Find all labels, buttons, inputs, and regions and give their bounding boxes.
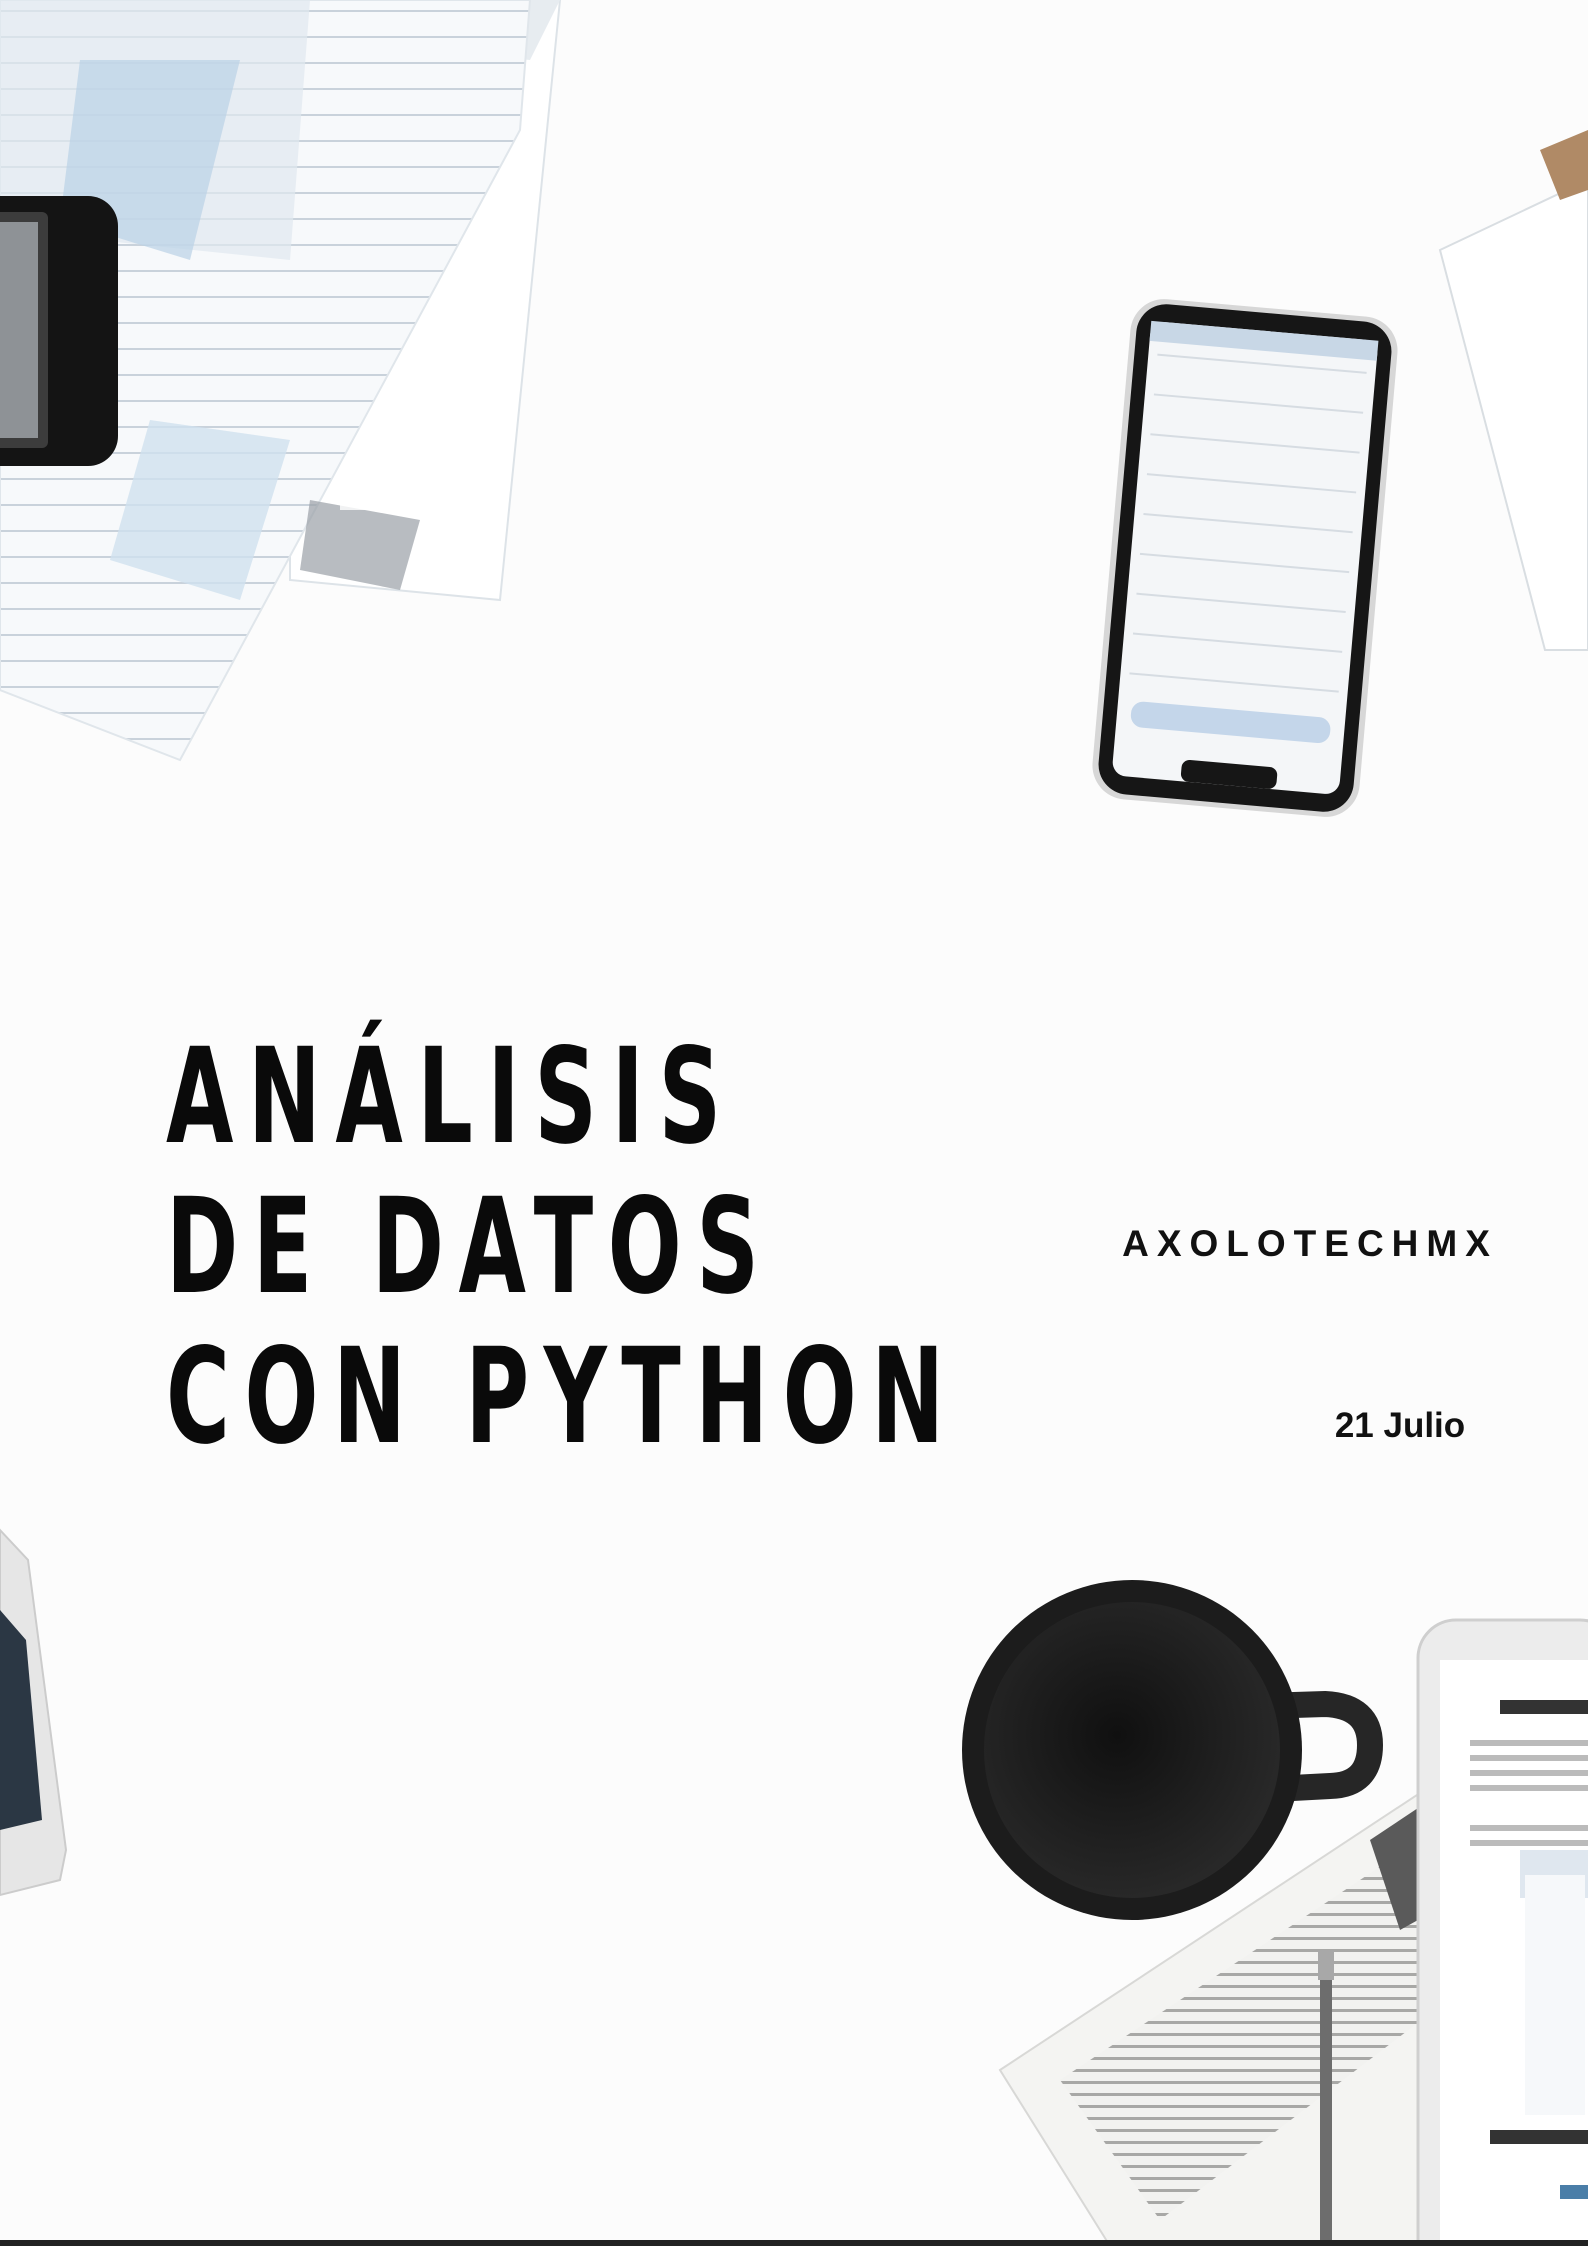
report-tablet [1416, 1618, 1588, 2246]
title-line-2: DE DATOS [166, 1170, 774, 1324]
event-date: 21 Julio [1334, 1406, 1466, 1445]
cover-title: ANÁLISIS DE DATOS CON PYTHON [166, 1020, 959, 1474]
title-line-1: ANÁLISIS [166, 1020, 736, 1174]
tablet-edge [0, 1528, 68, 1897]
right-paper [1438, 130, 1588, 651]
author-name: AXOLOTECHMX [1122, 1223, 1498, 1264]
cover-page: ANÁLISIS DE DATOS CON PYTHON AXOLOTECHMX… [0, 0, 1588, 2246]
calculator-device [0, 196, 118, 466]
smartphone [1092, 299, 1398, 817]
title-line-3: CON PYTHON [166, 1320, 959, 1474]
bottom-edge [0, 2240, 1588, 2246]
